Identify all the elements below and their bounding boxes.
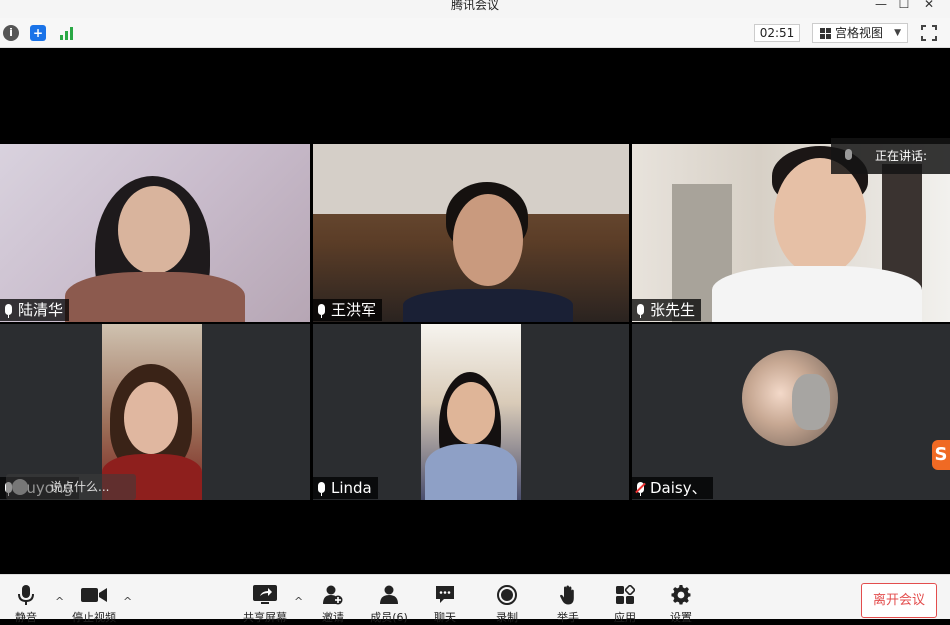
speaking-indicator: 正在讲话: (831, 138, 950, 174)
participant-video (313, 144, 629, 322)
settings-label: 设置 (670, 611, 692, 624)
meeting-timer: 02:51 (754, 24, 800, 42)
invite-button[interactable]: 邀请 (308, 575, 358, 624)
close-button[interactable]: ✕ (921, 0, 937, 11)
share-screen-label: 共享屏幕 (243, 611, 287, 624)
mic-icon (318, 482, 325, 496)
microphone-icon (18, 585, 34, 605)
participant-name-tag: Linda (313, 477, 378, 499)
members-icon (380, 585, 398, 604)
maximize-button[interactable]: ☐ (896, 0, 912, 11)
window-title: 腾讯会议 (450, 0, 499, 12)
signal-icon[interactable] (58, 25, 76, 41)
participant-name-tag: 王洪军 (313, 299, 383, 321)
mic-muted-icon (637, 482, 644, 496)
participant-name: 张先生 (650, 301, 696, 319)
participant-name: Daisy、 (650, 479, 707, 497)
participant-video (0, 144, 310, 322)
participant-name: 王洪军 (331, 301, 377, 319)
meeting-toolbar: i + 02:51 宫格视图 ▼ (0, 18, 950, 48)
members-button[interactable]: 成员(6) (364, 575, 414, 624)
settings-button[interactable]: 设置 (656, 575, 706, 624)
share-screen-icon (253, 585, 277, 604)
shield-icon[interactable]: + (30, 25, 46, 41)
share-screen-button[interactable]: 共享屏幕 (240, 575, 290, 624)
apps-button[interactable]: 应用 (600, 575, 650, 624)
raise-hand-button[interactable]: 举手 (543, 575, 593, 624)
apps-icon (616, 585, 635, 604)
video-stage: 陆清华 王洪军 张先生 Linda Daisy、 正在讲话: 说点什么... S (0, 48, 950, 574)
hand-icon (560, 585, 574, 605)
leave-meeting-button[interactable]: 离开会议 (861, 583, 937, 618)
mic-icon (845, 149, 852, 160)
stop-video-label: 停止视频 (72, 611, 116, 624)
participant-avatar (742, 350, 838, 446)
share-options-arrow[interactable]: ^ (294, 595, 303, 608)
camera-icon (12, 479, 28, 495)
koala-toy (792, 374, 830, 430)
participant-name-tag: 陆清华 (0, 299, 70, 321)
mic-icon (637, 304, 644, 318)
sogou-input-icon[interactable]: S (932, 440, 950, 470)
title-bar: 腾讯会议 — ☐ ✕ (0, 0, 950, 18)
add-user-icon (323, 585, 343, 605)
mute-label: 静音 (15, 611, 37, 624)
chevron-down-icon: ▼ (894, 28, 901, 38)
chat-button[interactable]: 聊天 (420, 575, 470, 624)
grid-icon (820, 28, 831, 39)
participant-name: Linda (331, 479, 372, 497)
chat-label: 聊天 (434, 611, 456, 624)
mute-options-arrow[interactable]: ^ (55, 595, 64, 608)
chat-input-placeholder: 说点什么... (50, 480, 110, 494)
record-button[interactable]: 录制 (482, 575, 532, 624)
video-camera-icon (81, 588, 107, 602)
record-label: 录制 (496, 611, 518, 624)
gear-icon (671, 585, 691, 605)
minimize-button[interactable]: — (873, 0, 889, 11)
mic-icon (318, 304, 325, 318)
speaking-label: 正在讲话: (875, 149, 928, 163)
participant-name-tag: Daisy、 (632, 477, 713, 499)
video-tile-2[interactable]: 王洪军 (313, 144, 629, 322)
grid-view-label: 宫格视图 (835, 26, 884, 40)
record-icon (497, 585, 517, 605)
stop-video-button[interactable]: 停止视频 (69, 575, 119, 624)
video-options-arrow[interactable]: ^ (123, 595, 132, 608)
grid-view-dropdown[interactable]: 宫格视图 ▼ (812, 23, 908, 43)
video-tile-5[interactable]: Linda (313, 324, 629, 500)
floating-chat-input[interactable]: 说点什么... (6, 474, 136, 500)
info-icon[interactable]: i (3, 25, 19, 41)
fullscreen-icon[interactable] (921, 25, 937, 41)
mute-button[interactable]: 静音 (1, 575, 51, 624)
control-bar: 静音 ^ 停止视频 ^ 共享屏幕 ^ 邀请 成员(6) 聊天 录制 举手 应用 … (0, 574, 950, 624)
mic-icon (5, 304, 12, 318)
chat-icon (436, 586, 454, 603)
participant-name: 陆清华 (18, 301, 64, 319)
participant-name-tag: 张先生 (632, 299, 702, 321)
participant-video (421, 324, 521, 500)
video-tile-1[interactable]: 陆清华 (0, 144, 310, 322)
